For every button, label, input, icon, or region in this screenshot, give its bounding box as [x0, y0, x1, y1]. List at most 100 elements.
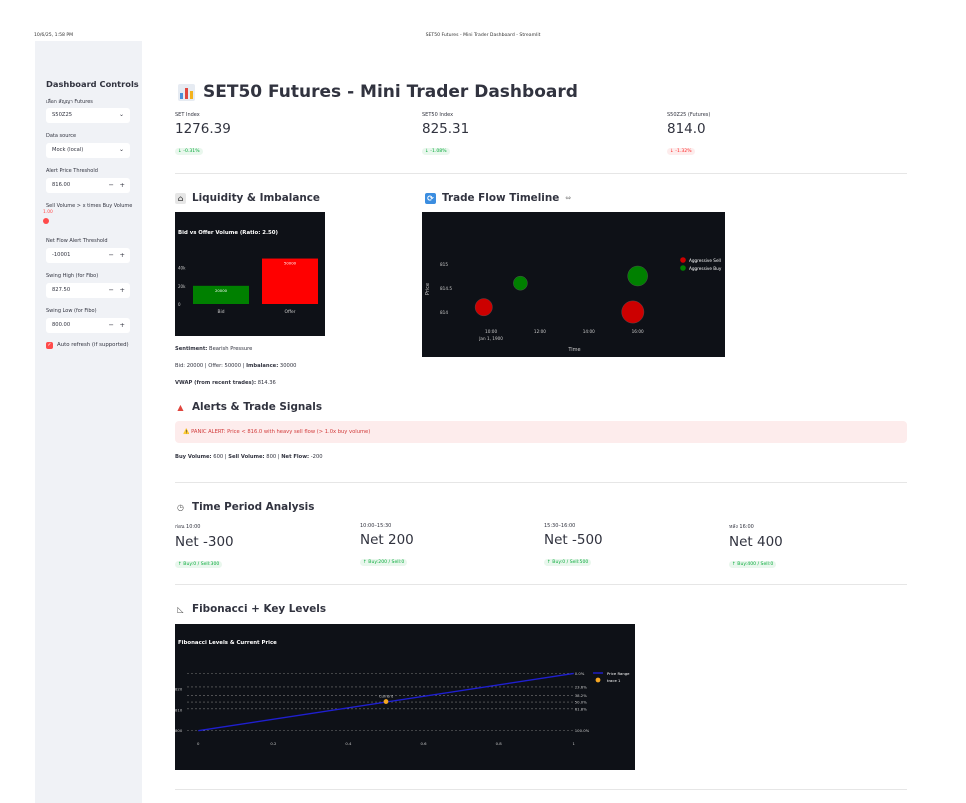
swing-low-label: Swing Low (for Fibo)	[46, 308, 97, 314]
sentiment-label: Sentiment:	[175, 346, 208, 352]
decrement-button[interactable]: −	[109, 181, 114, 189]
chart-title: Bid vs Offer Volume (Ratio: 2.50)	[178, 230, 278, 236]
sell-ratio-value: 1.00	[43, 210, 53, 215]
period-label: ก่อน 10:00	[175, 524, 201, 530]
buy-volume-label: Buy Volume:	[175, 454, 212, 460]
period-metric: 15:30–16:00 Net -500 ↑ Buy:0 / Sell:500	[544, 523, 603, 567]
bar-chart-icon	[178, 83, 195, 101]
netflow-threshold-label: Net Flow Alert Threshold	[46, 238, 108, 244]
decrement-button[interactable]: −	[109, 321, 114, 329]
browser-header: 10/6/25, 1:58 PM SET50 Futures - Mini Tr…	[0, 0, 966, 40]
line-chart-svg: Fibonacci Levels & Current Price 0.0% 23.6…	[175, 640, 630, 746]
tradeflow-heading: ⟳ Trade Flow Timeline ⇔	[425, 192, 571, 204]
source-select[interactable]: Mock (local) ⌄	[46, 143, 130, 158]
x-tick-label: 0.4	[345, 741, 352, 746]
sidebar: Dashboard Controls เลือก สัญญา Futures S…	[35, 41, 142, 803]
sell-ratio-label: Sell Volume > x times Buy Volume	[46, 203, 133, 209]
link-icon[interactable]: ⇔	[565, 194, 571, 202]
buy-volume-value: 600	[213, 454, 224, 460]
scatter-point	[621, 300, 645, 324]
alerts-heading: ▲ Alerts & Trade Signals	[175, 401, 322, 413]
swing-high-input[interactable]: 827.50 − +	[46, 283, 130, 298]
metric-value: 825.31	[422, 121, 470, 137]
scatter-point	[627, 265, 648, 287]
autorefresh-label: Auto refresh (if supported)	[57, 342, 129, 348]
netflow-threshold-input[interactable]: -10001 − +	[46, 248, 130, 263]
net-flow-label: Net Flow:	[281, 454, 310, 460]
metric-set-index: SET Index 1276.39 ↓ -0.31%	[175, 112, 231, 156]
swing-high-label: Swing High (for Fibo)	[46, 273, 99, 279]
refresh-icon: ⟳	[425, 192, 436, 204]
panic-alert: ⚠️ PANIC ALERT: Price < 816.0 with heavy…	[175, 421, 907, 443]
increment-button[interactable]: +	[120, 286, 125, 294]
x-tick-sublabel: Jan 1, 1900	[478, 336, 503, 341]
liquidity-heading-text: Liquidity & Imbalance	[192, 192, 320, 204]
y-axis-label: Price	[425, 283, 431, 295]
y-tick-label: 814.5	[440, 286, 452, 291]
period-delta: ↑ Buy:0 / Sell:500	[544, 559, 592, 566]
bar-value-label: 50000	[284, 261, 297, 266]
x-tick-label: Bid	[217, 309, 224, 315]
divider	[175, 584, 907, 585]
y-tick-label: 0	[178, 302, 181, 307]
sentiment-line: Sentiment: Bearish Pressure	[175, 346, 252, 352]
y-tick-label: 810	[175, 707, 183, 712]
metric-set50-index: SET50 Index 825.31 ↓ -1.08%	[422, 112, 469, 156]
source-value: Mock (local)	[52, 147, 84, 153]
decrement-button[interactable]: −	[109, 251, 114, 259]
x-tick-label: 0.6	[421, 741, 428, 746]
current-price-marker	[383, 699, 389, 704]
net-flow-value: -200	[310, 454, 323, 460]
time-period-heading-text: Time Period Analysis	[192, 501, 315, 513]
metric-value: 1276.39	[175, 121, 231, 137]
increment-button[interactable]: +	[120, 321, 125, 329]
period-delta: ↑ Buy:200 / Sell:0	[360, 559, 408, 566]
sell-ratio-slider-handle[interactable]	[43, 218, 49, 224]
chart-title: Fibonacci Levels & Current Price	[178, 640, 277, 646]
clock-icon: ◷	[177, 502, 184, 512]
period-metric: 10:00–15:30 Net 200 ↑ Buy:200 / Sell:0	[360, 523, 414, 567]
swing-high-value: 827.50	[52, 287, 71, 293]
scatter-point	[474, 298, 493, 317]
alert-threshold-value: 816.00	[52, 182, 71, 188]
legend-label: Aggressive Sell	[689, 258, 721, 263]
bid-offer-line: Bid: 20000 | Offer: 50000 | Imbalance: 3…	[175, 363, 296, 369]
alert-threshold-input[interactable]: 816.00 − +	[46, 178, 130, 193]
y-tick-label: 815	[440, 262, 448, 267]
period-delta: ↑ Buy:400 / Sell:0	[729, 561, 777, 568]
period-value: Net -500	[544, 532, 603, 548]
imbalance-value: 30000	[278, 363, 297, 369]
page-title: SET50 Futures - Mini Trader Dashboard	[178, 82, 578, 102]
fib-level-label: 38.2%	[575, 693, 587, 698]
vwap-label: VWAP (from recent trades):	[175, 380, 257, 386]
metric-delta: ↓ -1.08%	[422, 148, 450, 155]
chevron-down-icon: ⌄	[118, 146, 124, 153]
increment-button[interactable]: +	[120, 251, 125, 259]
period-metric: ก่อน 10:00 Net -300 ↑ Buy:0 / Sell:300	[175, 523, 234, 569]
legend-marker	[680, 265, 686, 271]
autorefresh-checkbox[interactable]: ✓	[46, 342, 53, 349]
metric-label: SET50 Index	[422, 112, 454, 118]
legend-label: Price Range	[607, 671, 630, 676]
contract-select[interactable]: S50Z25 ⌄	[46, 108, 130, 123]
swing-low-input[interactable]: 800.00 − +	[46, 318, 130, 333]
y-tick-label: 800	[175, 728, 183, 733]
bid-offer-text: Bid: 20000 | Offer: 50000 |	[175, 363, 247, 369]
triangular-ruler-icon: ◺	[177, 604, 184, 614]
fib-level-label: 50.0%	[575, 700, 587, 705]
divider	[175, 173, 907, 174]
x-tick-label: 0	[197, 741, 200, 746]
vwap-value: 814.36	[257, 380, 276, 386]
scatter-point	[513, 275, 528, 291]
legend-label: Aggressive Buy	[689, 266, 722, 271]
page-title-text: SET50 Futures - Mini Trader Dashboard	[203, 82, 578, 102]
netflow-threshold-value: -10001	[52, 252, 71, 258]
window-title: SET50 Futures - Mini Trader Dashboard - …	[425, 33, 541, 38]
fib-level-label: 100.0%	[575, 728, 590, 733]
current-price-label: Current	[379, 694, 394, 699]
decrement-button[interactable]: −	[109, 286, 114, 294]
period-value: Net -300	[175, 534, 234, 550]
metric-delta: ↓ -0.31%	[175, 148, 203, 155]
check-icon: ✓	[47, 342, 52, 348]
increment-button[interactable]: +	[120, 181, 125, 189]
